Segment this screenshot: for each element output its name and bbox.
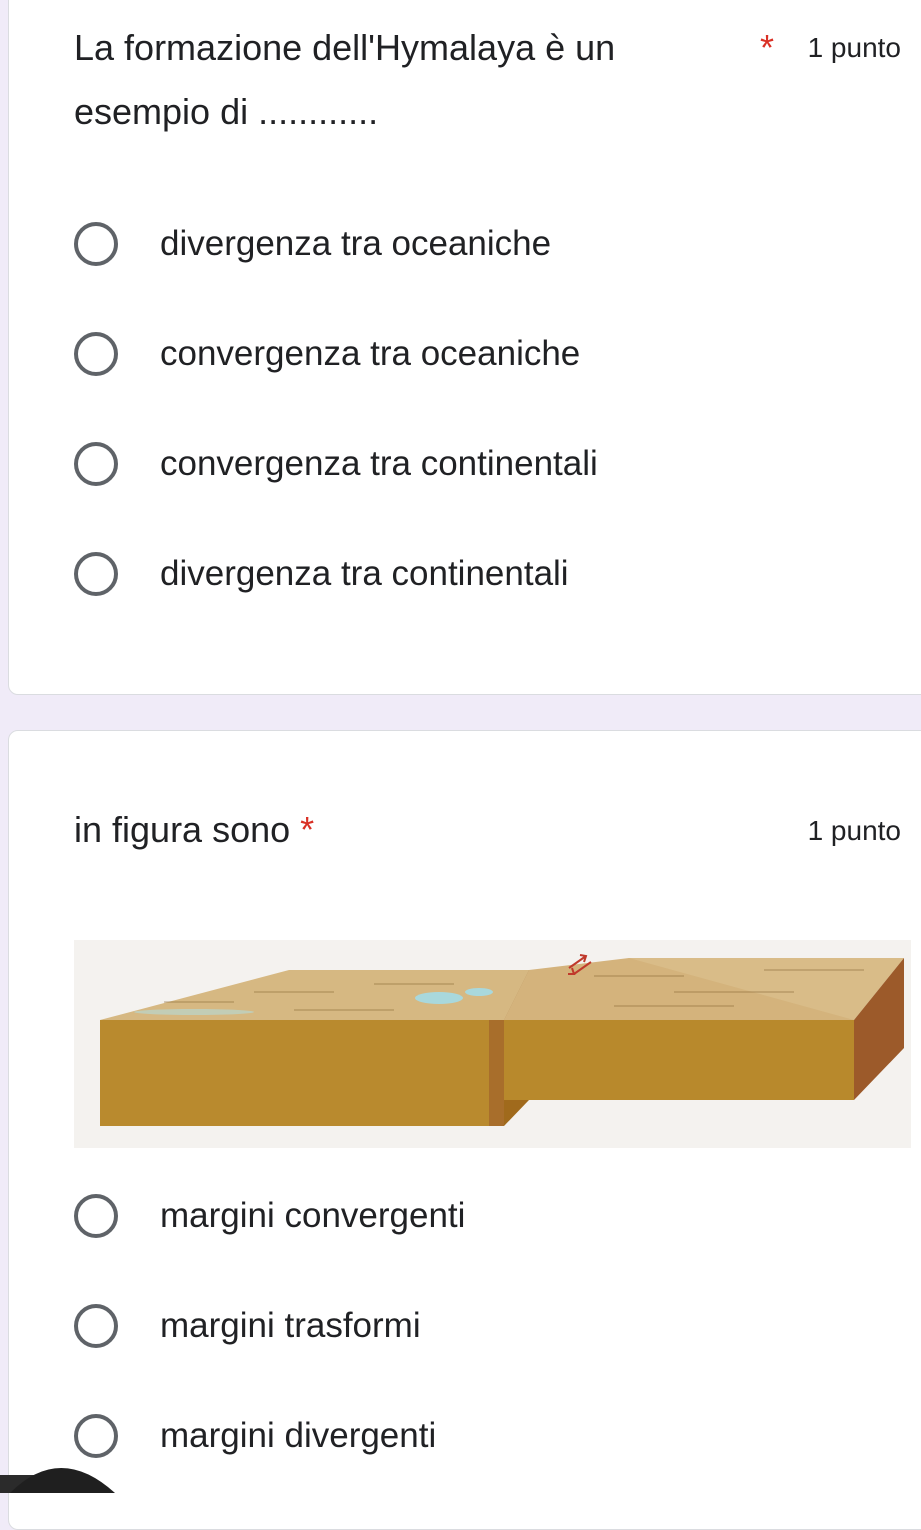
floating-button-edge (0, 1453, 130, 1493)
radio-button[interactable] (74, 552, 118, 596)
radio-button[interactable] (74, 222, 118, 266)
required-star: * (760, 18, 774, 78)
option-label: divergenza tra continentali (160, 554, 569, 594)
radio-button[interactable] (74, 442, 118, 486)
option-convergenza-continentali[interactable]: convergenza tra continentali (74, 434, 598, 494)
transform-fault-block-diagram-icon (74, 940, 911, 1148)
option-label: divergenza tra oceaniche (160, 224, 551, 264)
water-patch (465, 988, 493, 996)
radio-button[interactable] (74, 1194, 118, 1238)
question-2-points: 1 punto (808, 815, 901, 847)
option-divergenza-continentali[interactable]: divergenza tra continentali (74, 544, 569, 604)
question-1-title-text: La formazione dell'Hymalaya è un (74, 27, 615, 68)
question-2-title-text: in figura sono (74, 809, 290, 850)
water-patch (134, 1009, 254, 1015)
radio-button[interactable] (74, 332, 118, 376)
option-convergenza-oceaniche[interactable]: convergenza tra oceaniche (74, 324, 580, 384)
option-margini-trasformi[interactable]: margini trasformi (74, 1296, 421, 1356)
option-divergenza-oceaniche[interactable]: divergenza tra oceaniche (74, 214, 551, 274)
right-block-front (504, 1020, 854, 1100)
radio-button[interactable] (74, 1304, 118, 1348)
transform-fault-figure (74, 940, 911, 1148)
option-label: convergenza tra continentali (160, 444, 598, 484)
option-label: margini convergenti (160, 1196, 465, 1236)
left-block-front (100, 1020, 504, 1126)
question-1-title-line1: La formazione dell'Hymalaya è un (74, 18, 615, 78)
option-label: convergenza tra oceaniche (160, 334, 580, 374)
option-label: margini trasformi (160, 1306, 421, 1346)
radio-button[interactable] (74, 1414, 118, 1458)
question-1-points: 1 punto (808, 32, 901, 64)
left-block-edge (489, 1020, 504, 1126)
water-patch (415, 992, 463, 1004)
question-1-title-line2: esempio di ............ (74, 82, 378, 142)
required-star: * (300, 809, 314, 850)
option-label: margini divergenti (160, 1416, 436, 1456)
question-2-title: in figura sono * (74, 800, 314, 860)
option-margini-convergenti[interactable]: margini convergenti (74, 1186, 465, 1246)
